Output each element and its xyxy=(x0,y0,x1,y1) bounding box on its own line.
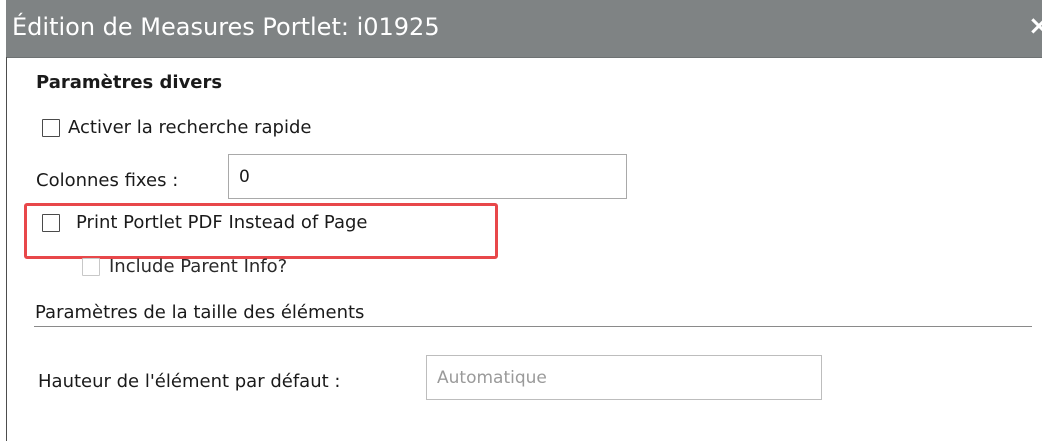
default-height-input[interactable]: Automatique xyxy=(426,355,822,400)
section-divider xyxy=(34,326,1032,327)
close-icon[interactable]: × xyxy=(1028,11,1042,41)
fixed-columns-value: 0 xyxy=(239,166,250,187)
fixed-columns-input[interactable]: 0 xyxy=(228,154,627,199)
highlight-annotation xyxy=(24,203,498,259)
edit-portlet-dialog: Édition de Measures Portlet: i01925 × Pa… xyxy=(0,0,1042,441)
misc-section-title: Paramètres divers xyxy=(36,72,223,93)
default-height-label: Hauteur de l'élément par défaut : xyxy=(38,371,341,392)
quick-search-label: Activer la recherche rapide xyxy=(68,117,312,138)
quick-search-checkbox[interactable] xyxy=(42,119,60,137)
include-parent-checkbox[interactable] xyxy=(82,258,100,276)
fixed-columns-label: Colonnes fixes : xyxy=(36,170,179,191)
include-parent-label: Include Parent Info? xyxy=(109,256,288,277)
dialog-left-border xyxy=(6,57,7,441)
default-height-placeholder: Automatique xyxy=(437,367,547,388)
dialog-titlebar[interactable]: Édition de Measures Portlet: i01925 × xyxy=(6,0,1042,58)
size-section-title: Paramètres de la taille des éléments xyxy=(35,302,365,323)
dialog-title: Édition de Measures Portlet: i01925 xyxy=(12,13,440,41)
